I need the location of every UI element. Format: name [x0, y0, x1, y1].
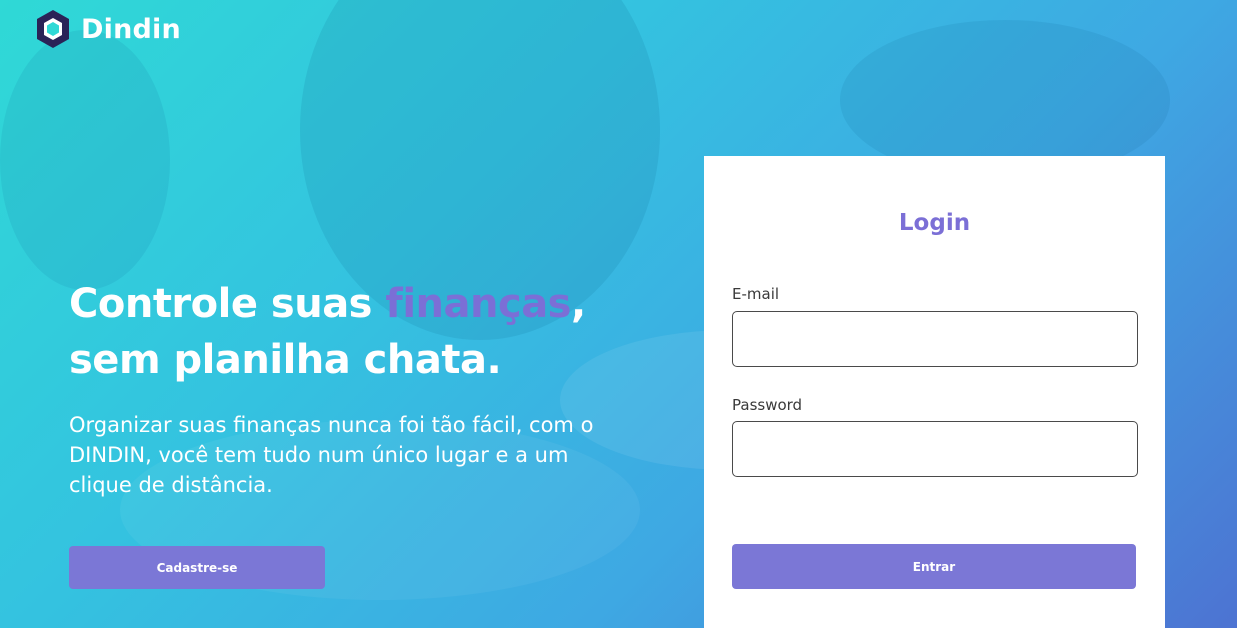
- hero-section: Controle suas finanças, sem planilha cha…: [69, 276, 669, 500]
- headline-line2: sem planilha chata.: [69, 337, 502, 383]
- headline-accent: finanças: [385, 281, 571, 327]
- headline-comma: ,: [571, 281, 586, 327]
- hexagon-logo-icon: [35, 9, 71, 49]
- password-field[interactable]: [732, 421, 1138, 477]
- brand-logo[interactable]: Dindin: [35, 9, 181, 49]
- email-field[interactable]: [732, 311, 1138, 367]
- headline-text: Controle suas: [69, 281, 386, 327]
- brand-name: Dindin: [81, 13, 181, 45]
- hero-headline: Controle suas finanças, sem planilha cha…: [69, 276, 669, 388]
- signup-button[interactable]: Cadastre-se: [69, 546, 325, 589]
- email-label: E-mail: [732, 285, 780, 303]
- login-button[interactable]: Entrar: [732, 544, 1136, 589]
- login-form: E-mail Password Entrar: [704, 156, 1165, 628]
- hero-subtitle: Organizar suas finanças nunca foi tão fá…: [69, 413, 594, 497]
- password-label: Password: [732, 396, 803, 414]
